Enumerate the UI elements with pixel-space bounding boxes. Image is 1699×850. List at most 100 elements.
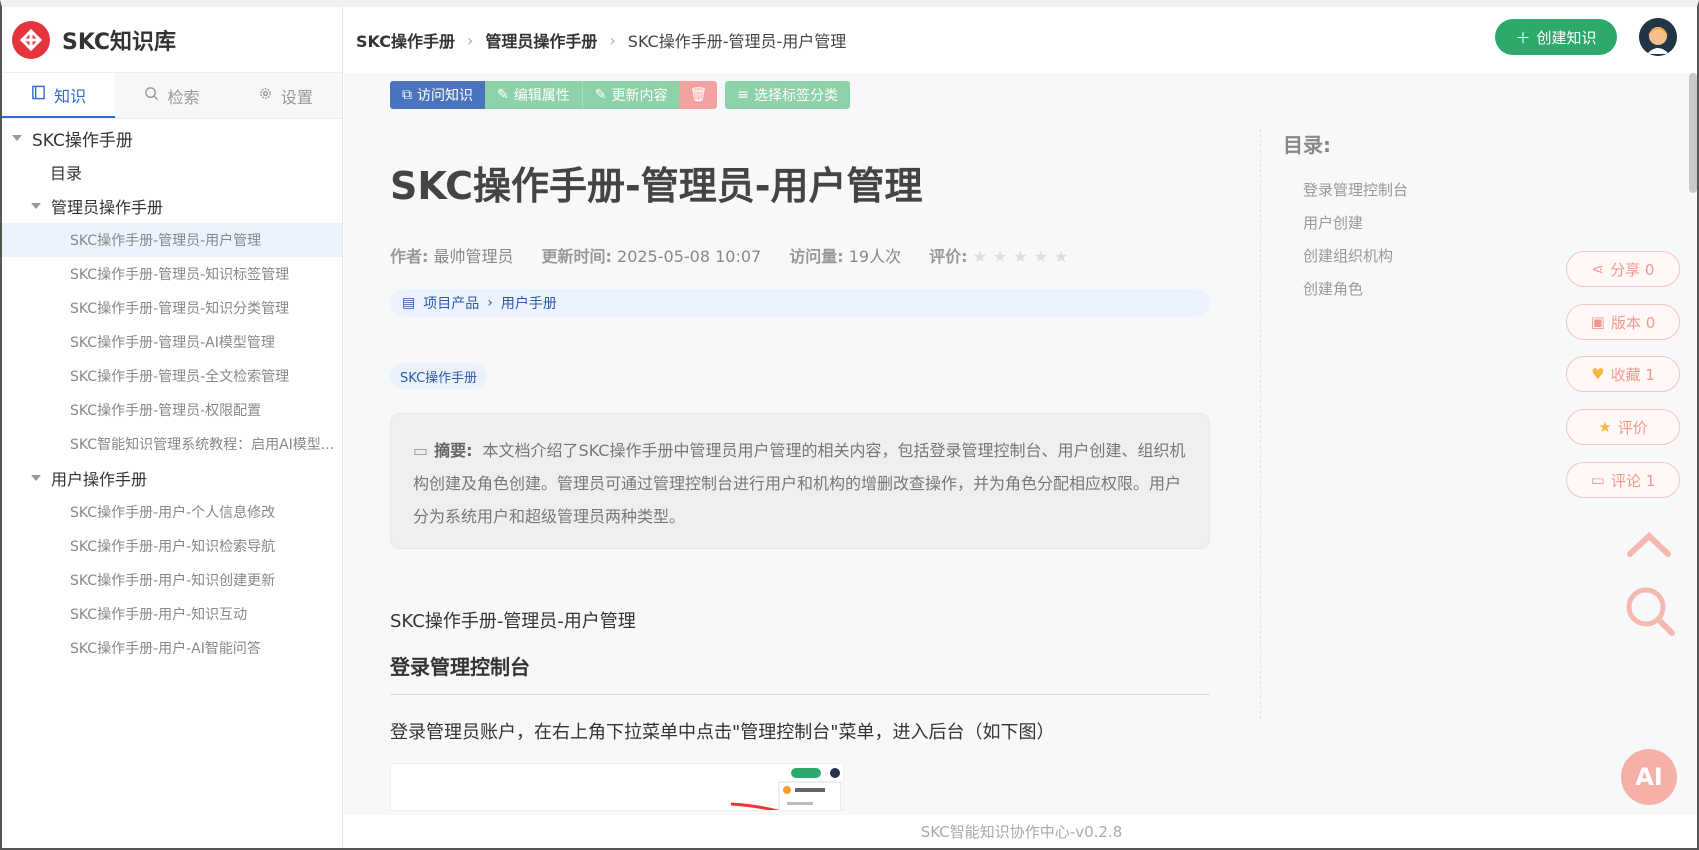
- tree-node[interactable]: SKC操作手册-用户-知识互动: [2, 597, 342, 631]
- share-button[interactable]: ⋖ 分享 0: [1566, 251, 1680, 287]
- create-knowledge-button[interactable]: ＋ 创建知识: [1495, 19, 1617, 55]
- tree-node[interactable]: SKC操作手册-管理员-AI模型管理: [2, 325, 342, 359]
- favorite-label: 收藏 1: [1610, 365, 1655, 384]
- comment-button[interactable]: ▭ 评论 1: [1566, 462, 1680, 498]
- divider: [390, 694, 1210, 695]
- version-icon: ▣: [1590, 313, 1605, 331]
- search-icon[interactable]: [1624, 585, 1676, 641]
- caret-down-icon: [31, 475, 41, 481]
- tree-node[interactable]: SKC操作手册-管理员-知识分类管理: [2, 291, 342, 325]
- rate-label: 评价: [1617, 418, 1648, 437]
- views-meta: 访问量: 19人次: [789, 243, 901, 267]
- version-label: 版本 0: [1610, 313, 1656, 332]
- caret-down-icon: [31, 203, 41, 209]
- footer: SKC智能知识协作中心-v0.2.8: [344, 815, 1697, 848]
- share-icon: ⋖: [1591, 260, 1605, 278]
- gear-icon: [258, 86, 273, 105]
- edit-properties-button[interactable]: ✎ 编辑属性: [485, 81, 582, 109]
- tree-node[interactable]: SKC操作手册-用户-知识检索导航: [2, 529, 342, 563]
- tag-chip[interactable]: SKC操作手册: [390, 363, 488, 389]
- rating-stars[interactable]: ★★★★★: [973, 247, 1075, 266]
- doc-title: SKC操作手册-管理员-用户管理: [390, 164, 923, 208]
- visit-label: 访问知识: [417, 88, 473, 104]
- tab-search[interactable]: 检索: [115, 73, 228, 118]
- scrollbar[interactable]: [1689, 73, 1697, 193]
- scroll-top-icon[interactable]: [1626, 528, 1672, 562]
- content-title: SKC操作手册-管理员-用户管理: [390, 611, 636, 632]
- brand[interactable]: SKC知识库: [2, 7, 342, 73]
- book-icon: [31, 85, 46, 104]
- select-tag-button[interactable]: ≡ 选择标签分类: [725, 81, 850, 109]
- author-meta: 作者: 最帅管理员: [390, 243, 514, 267]
- tree-node[interactable]: SKC操作手册-用户-AI智能问答: [2, 631, 342, 665]
- toc-item[interactable]: 登录管理控制台: [1283, 174, 1520, 207]
- tree-node[interactable]: SKC操作手册-管理员-知识标签管理: [2, 257, 342, 291]
- version-button[interactable]: ▣ 版本 0: [1566, 304, 1680, 340]
- footer-text: SKC智能知识协作中心-v0.2.8: [920, 823, 1123, 841]
- tree-node-label: SKC操作手册-管理员-AI模型管理: [70, 335, 275, 351]
- caret-down-icon: [12, 135, 22, 141]
- tree-node[interactable]: SKC操作手册-管理员-权限配置: [2, 393, 342, 427]
- views-value: 19人次: [848, 247, 902, 266]
- update-content-button[interactable]: ✎ 更新内容: [581, 81, 680, 109]
- tree-node[interactable]: 目录: [2, 155, 342, 189]
- tree-node[interactable]: SKC操作手册-用户-个人信息修改: [2, 495, 342, 529]
- updated-meta: 更新时间: 2025-05-08 10:07: [542, 243, 762, 267]
- breadcrumb-item[interactable]: 管理员操作手册: [485, 28, 597, 52]
- list-icon: ≡: [737, 87, 749, 103]
- tree-node[interactable]: SKC操作手册: [2, 121, 342, 155]
- tab-label: 设置: [280, 87, 313, 107]
- category-path: ▤ 项目产品 › 用户手册: [390, 289, 1210, 317]
- ai-assistant-button[interactable]: AI: [1621, 749, 1677, 805]
- plus-icon: ＋: [1515, 28, 1531, 47]
- trash-icon: 🗑: [689, 87, 708, 103]
- screenshot-image: [390, 763, 844, 811]
- tree-node-label: SKC操作手册-管理员-用户管理: [70, 233, 262, 249]
- edit-label: 编辑属性: [513, 88, 570, 104]
- tree-node[interactable]: SKC智能知识管理系统教程：启用AI模型...: [2, 427, 342, 461]
- share-label: 分享 0: [1610, 260, 1655, 279]
- tree-node-label: SKC操作手册-管理员-权限配置: [70, 403, 262, 419]
- chevron-right-icon: ›: [487, 295, 493, 311]
- logo-icon: [12, 20, 50, 59]
- tree-node-label: SKC操作手册-用户-个人信息修改: [70, 505, 276, 521]
- tree-node-label: SKC操作手册-用户-AI智能问答: [70, 641, 261, 657]
- favorite-button[interactable]: ♥ 收藏 1: [1566, 356, 1680, 392]
- views-label: 访问量:: [789, 247, 844, 266]
- section-text: 登录管理员账户，在右上角下拉菜单中点击"管理控制台"菜单，进入后台（如下图）: [390, 722, 1055, 743]
- category-path-item[interactable]: 项目产品: [423, 293, 479, 313]
- update-label: 更新内容: [611, 88, 668, 104]
- tree-node-label: 用户操作手册: [51, 470, 148, 489]
- tab-settings[interactable]: 设置: [229, 73, 342, 118]
- updated-value: 2025-05-08 10:07: [617, 247, 762, 266]
- summary-label: 摘要:: [434, 441, 473, 460]
- tree-node-selected[interactable]: SKC操作手册-管理员-用户管理: [2, 223, 342, 257]
- doc-toolbar: ⧉ 访问知识 ✎ 编辑属性 ✎ 更新内容 🗑 ≡ 选择标签分类: [390, 81, 850, 109]
- tab-label: 检索: [167, 87, 200, 107]
- tab-knowledge[interactable]: 知识: [2, 73, 116, 118]
- tree-node[interactable]: SKC操作手册-管理员-全文检索管理: [2, 359, 342, 393]
- toc-item[interactable]: 创建角色: [1283, 273, 1520, 306]
- breadcrumb-item[interactable]: SKC操作手册: [356, 28, 455, 52]
- tree-node[interactable]: SKC操作手册-用户-知识创建更新: [2, 563, 342, 597]
- tree-node[interactable]: 管理员操作手册: [2, 189, 342, 223]
- visit-knowledge-button[interactable]: ⧉ 访问知识: [390, 81, 485, 109]
- tree-node[interactable]: 用户操作手册: [2, 461, 342, 495]
- doc-meta: 作者: 最帅管理员 更新时间: 2025-05-08 10:07 访问量: 19…: [390, 243, 1074, 267]
- author-label: 作者:: [390, 247, 429, 266]
- delete-button[interactable]: 🗑: [679, 81, 718, 109]
- tree-node-label: SKC操作手册: [32, 130, 133, 151]
- category-path-item[interactable]: 用户手册: [501, 293, 557, 313]
- ai-label: AI: [1635, 763, 1663, 791]
- tab-label: 知识: [54, 86, 87, 106]
- tree-node-label: 管理员操作手册: [51, 198, 164, 217]
- tag-label: 选择标签分类: [753, 88, 838, 104]
- user-avatar[interactable]: [1639, 18, 1677, 56]
- knowledge-tree: SKC操作手册 目录 管理员操作手册 SKC操作手册-管理员-用户管理 SKC操…: [2, 119, 342, 665]
- edit-icon: ✎: [497, 87, 509, 103]
- heart-icon: ♥: [1591, 365, 1605, 383]
- sidebar: SKC知识库 知识 检索 设置 SKC操作手册 目录 管理员操作手册 SKC操作…: [2, 7, 343, 848]
- rate-button[interactable]: ★ 评价: [1566, 409, 1680, 445]
- toc-item[interactable]: 创建组织机构: [1283, 240, 1520, 273]
- toc-item[interactable]: 用户创建: [1283, 207, 1520, 240]
